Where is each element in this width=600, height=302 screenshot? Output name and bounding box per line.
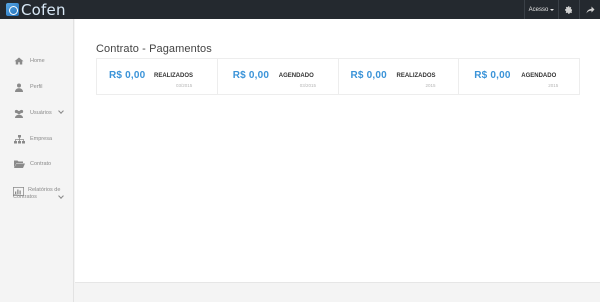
stat-label: AGENDADO (521, 73, 557, 79)
stat-card: R$ 0,00 REALIZADOS 03/2015 (97, 59, 218, 94)
sidebar: Home Perfil Usuários Empresa Contrato Re… (0, 19, 74, 302)
share-arrow-icon (586, 6, 594, 13)
topbar-actions: Acesso (524, 0, 600, 19)
user-icon (13, 82, 25, 92)
stat-label: AGENDADO (278, 73, 314, 79)
stat-card: R$ 0,00 REALIZADOS 2015 (339, 59, 460, 94)
folder-open-icon (13, 159, 25, 169)
sidebar-item-label: Home (30, 58, 45, 64)
sidebar-item-label: Contrato (30, 161, 52, 167)
sidebar-item-label: Empresa (30, 136, 53, 142)
sidebar-item-relatorios-line2[interactable]: Contratos (0, 193, 74, 200)
stat-label: REALIZADOS (396, 73, 436, 79)
sitemap-icon (13, 134, 25, 144)
gear-icon (565, 5, 572, 14)
stat-amount: R$ 0,00 (474, 70, 511, 81)
sidebar-item-label: Perfil (30, 84, 43, 90)
stat-period: 03/2015 (176, 83, 193, 88)
caret-down-icon (550, 8, 555, 11)
brand-logo[interactable]: Cofen (6, 0, 66, 19)
top-navbar: Cofen Acesso (0, 0, 600, 19)
stat-card: R$ 0,00 AGENDADO 2015 (459, 59, 579, 94)
sidebar-item-label: Relatórios de (28, 187, 61, 193)
stat-period: 2015 (425, 83, 436, 88)
stat-amount: R$ 0,00 (109, 70, 146, 81)
logout-button[interactable] (579, 0, 600, 19)
cofen-logo-icon (6, 3, 19, 16)
sidebar-item-usuarios[interactable]: Usuários (0, 108, 74, 118)
page-title: Contrato - Pagamentos (96, 43, 212, 55)
footer-strip (75, 282, 600, 302)
stat-amount: R$ 0,00 (350, 70, 387, 81)
payment-stats: R$ 0,00 REALIZADOS 03/2015 R$ 0,00 AGEND… (96, 58, 580, 95)
home-icon (13, 56, 25, 66)
stat-card: R$ 0,00 AGENDADO 03/2015 (218, 59, 339, 94)
sidebar-item-home[interactable]: Home (0, 56, 74, 66)
sidebar-item-label: Contratos (13, 194, 37, 200)
brand-name: Cofen (21, 0, 66, 19)
sidebar-item-contrato[interactable]: Contrato (0, 159, 74, 169)
sidebar-item-label: Usuários (30, 110, 52, 116)
stat-period: 2015 (548, 83, 559, 88)
chevron-down-icon (58, 108, 64, 114)
stat-amount: R$ 0,00 (232, 70, 270, 81)
acesso-label: Acesso (528, 6, 549, 13)
sidebar-item-empresa[interactable]: Empresa (0, 134, 74, 144)
sidebar-item-label-block: Relatórios de (28, 186, 60, 194)
main-content: Contrato - Pagamentos R$ 0,00 REALIZADOS… (75, 19, 600, 282)
chevron-down-icon (58, 193, 64, 199)
stat-period: 03/2015 (299, 83, 317, 88)
settings-button[interactable] (558, 0, 579, 19)
sidebar-item-perfil[interactable]: Perfil (0, 82, 74, 92)
acesso-dropdown[interactable]: Acesso (524, 0, 558, 19)
users-icon (13, 108, 25, 118)
stat-label: REALIZADOS (154, 73, 193, 79)
